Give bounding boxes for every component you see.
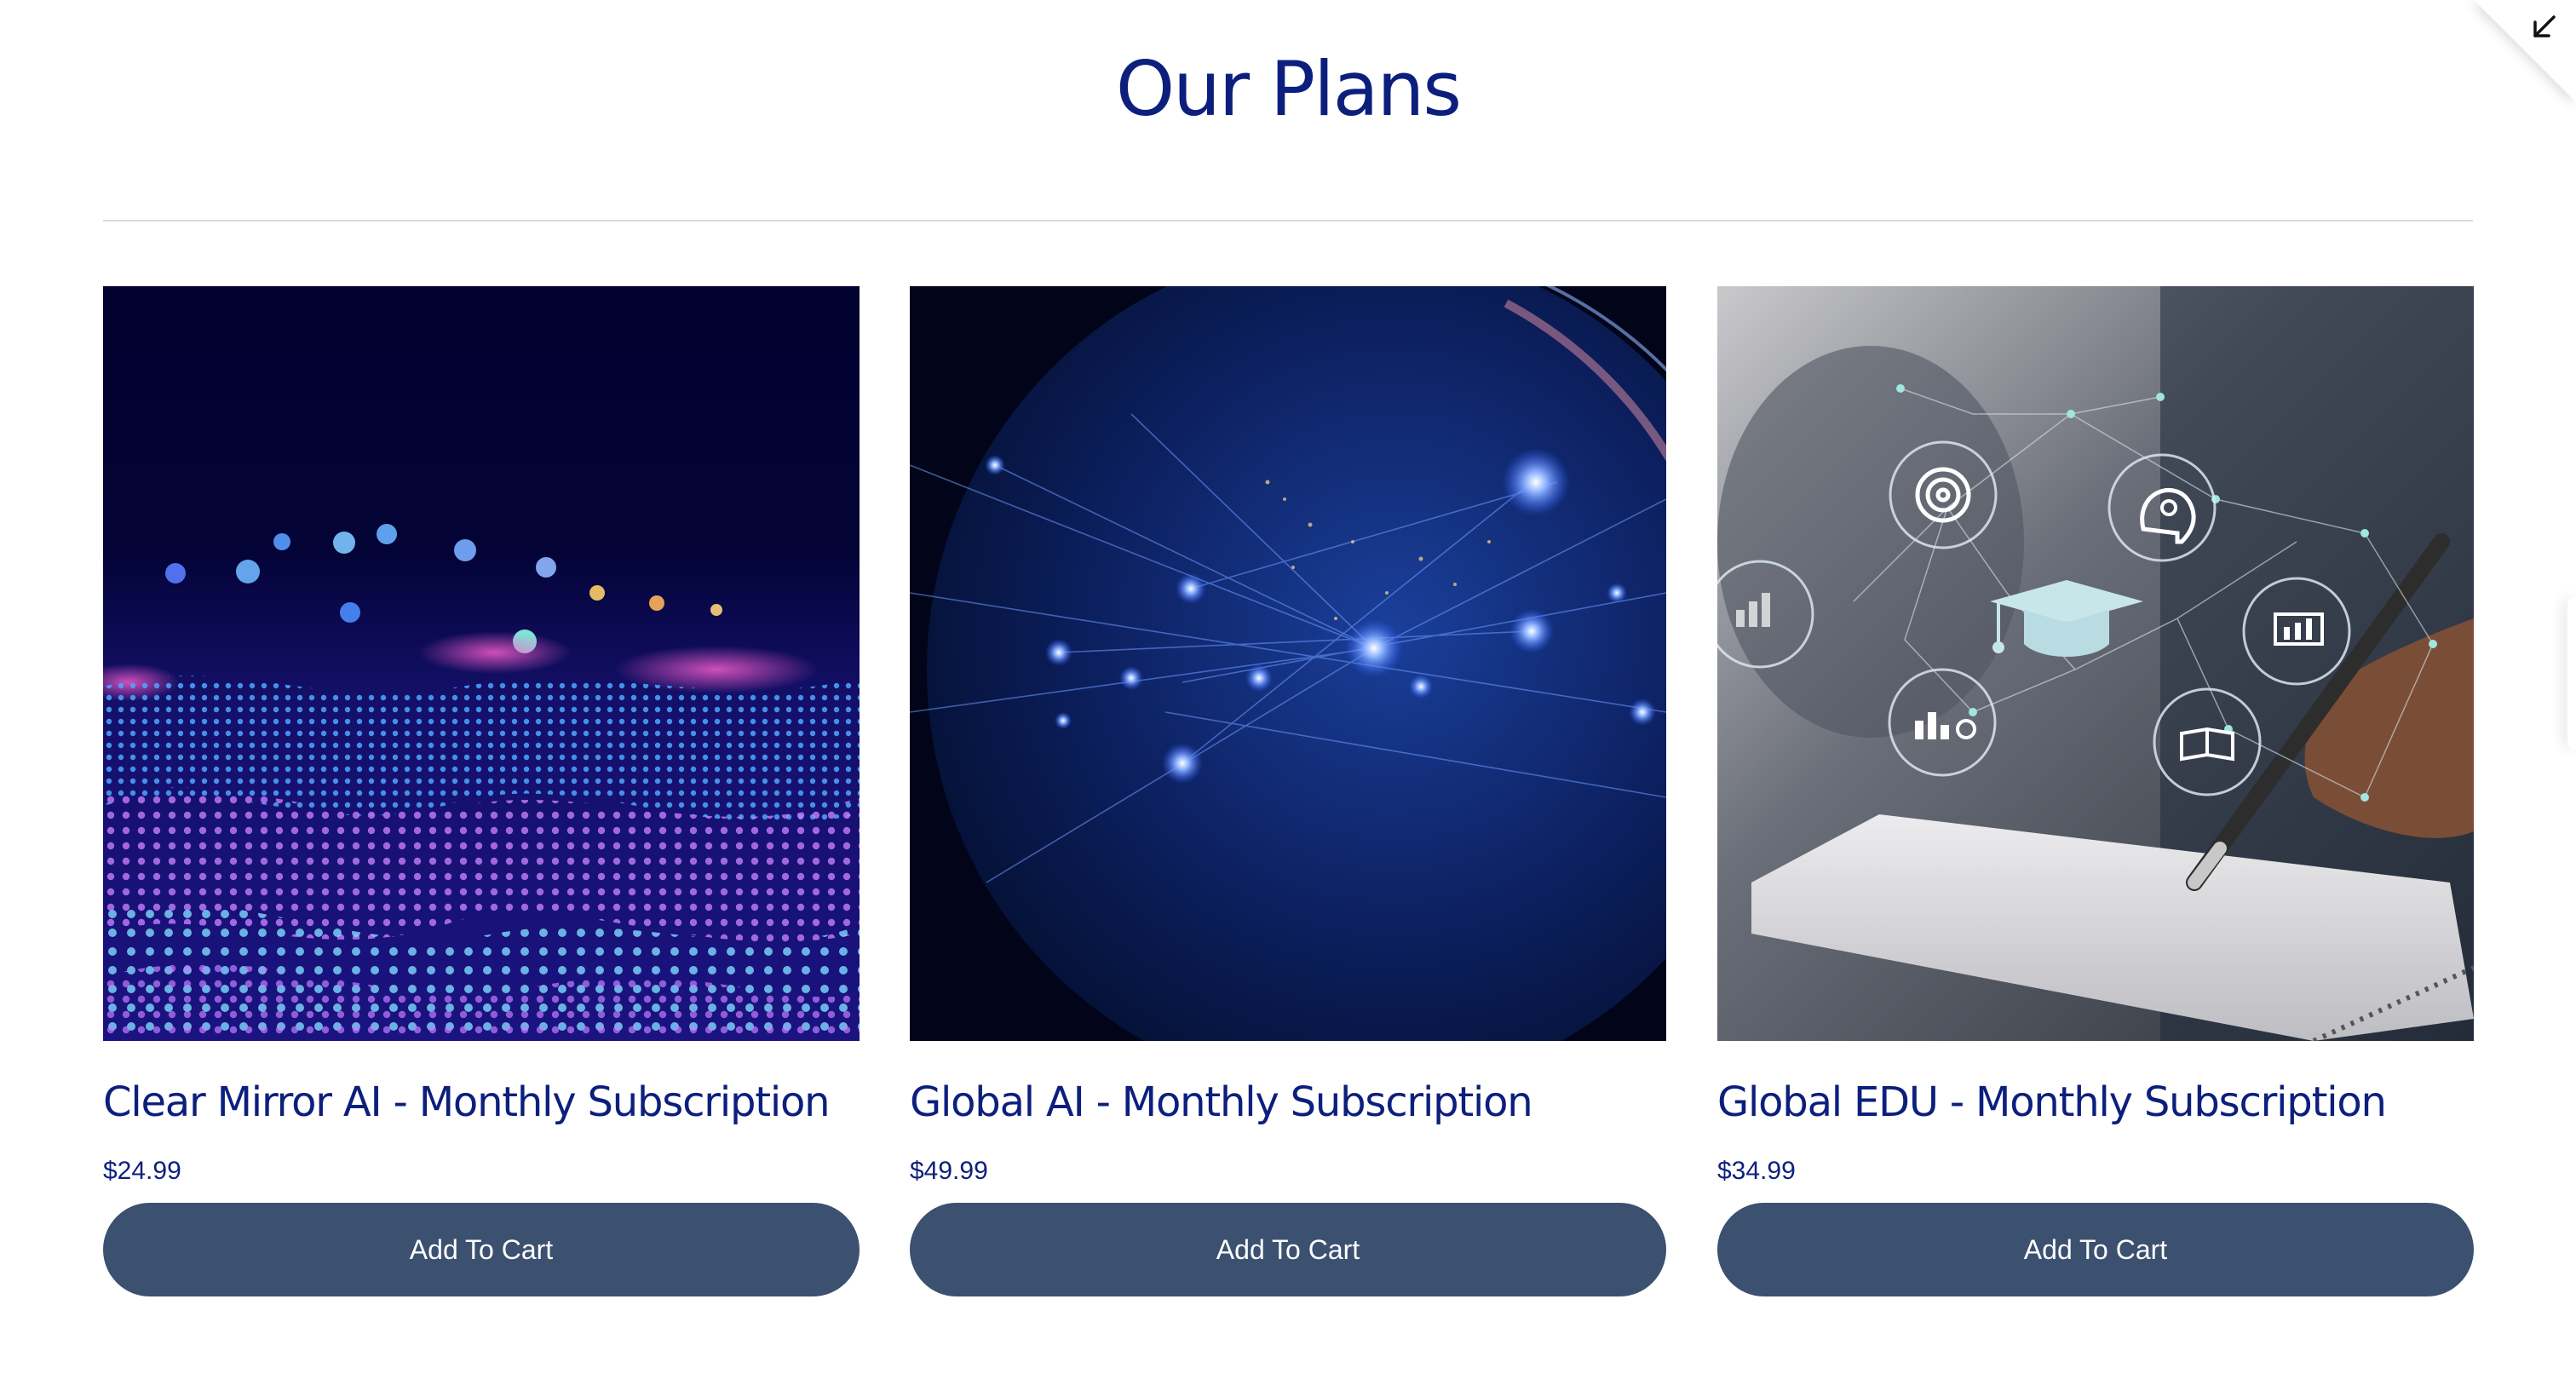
collapse-arrow-icon[interactable] bbox=[2527, 10, 2561, 44]
side-panel-edge[interactable] bbox=[2567, 596, 2576, 750]
education-technology-icons-image[interactable] bbox=[1717, 286, 2474, 1041]
page-title: Our Plans bbox=[1115, 45, 1462, 133]
add-to-cart-button[interactable]: Add To Cart bbox=[910, 1203, 1666, 1296]
add-to-cart-button[interactable]: Add To Cart bbox=[103, 1203, 860, 1296]
plan-title[interactable]: Global EDU - Monthly Subscription bbox=[1717, 1078, 2387, 1126]
plan-card: Global AI - Monthly Subscription $49.99 … bbox=[910, 286, 1666, 1296]
global-network-earth-image[interactable] bbox=[910, 286, 1666, 1041]
corner-fold[interactable] bbox=[2474, 0, 2576, 102]
plan-card: Clear Mirror AI - Monthly Subscription $… bbox=[103, 286, 860, 1296]
plan-card: Global EDU - Monthly Subscription $34.99… bbox=[1717, 286, 2474, 1296]
digital-particle-wave-image[interactable] bbox=[103, 286, 860, 1041]
plan-title[interactable]: Clear Mirror AI - Monthly Subscription bbox=[103, 1078, 831, 1126]
plan-price: $34.99 bbox=[1717, 1157, 1796, 1185]
add-to-cart-button[interactable]: Add To Cart bbox=[1717, 1203, 2474, 1296]
plan-title[interactable]: Global AI - Monthly Subscription bbox=[910, 1078, 1533, 1126]
plan-price: $24.99 bbox=[103, 1157, 181, 1185]
section-divider bbox=[103, 220, 2473, 221]
plan-price: $49.99 bbox=[910, 1157, 988, 1185]
